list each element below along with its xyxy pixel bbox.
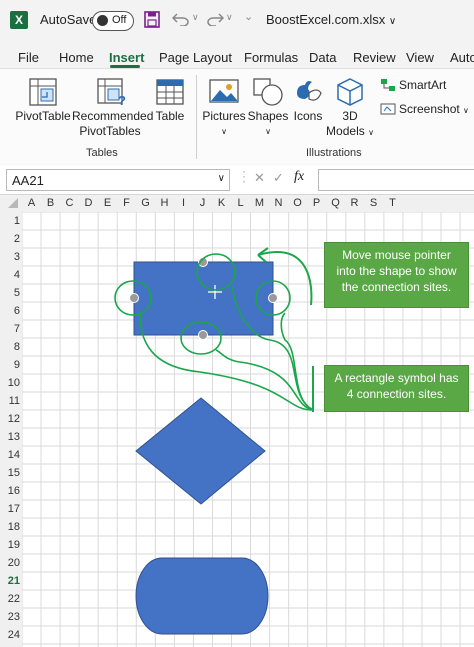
connection-site-bottom[interactable]	[198, 330, 208, 340]
connection-site-left[interactable]	[129, 293, 139, 303]
diamond-shape[interactable]	[135, 397, 266, 505]
drawing-layer	[114, 247, 314, 635]
terminator-shape[interactable]	[135, 557, 269, 635]
callout-bottom-line2: 4 connection sites.	[346, 387, 447, 401]
connection-site-right[interactable]	[268, 293, 278, 303]
callout-top-line3: the connection sites.	[341, 280, 452, 294]
callout-top-line2: into the shape to show	[336, 264, 457, 278]
callout-top-line1: Move mouse pointer	[342, 248, 451, 262]
arrowhead-icon	[257, 247, 269, 263]
rectangle-shape[interactable]	[133, 261, 274, 336]
callout-connection-sites: A rectangle symbol has 4 connection site…	[324, 365, 469, 412]
callout-move-pointer: Move mouse pointer into the shape to sho…	[324, 242, 469, 308]
callout-bottom-line1: A rectangle symbol has	[334, 371, 459, 385]
